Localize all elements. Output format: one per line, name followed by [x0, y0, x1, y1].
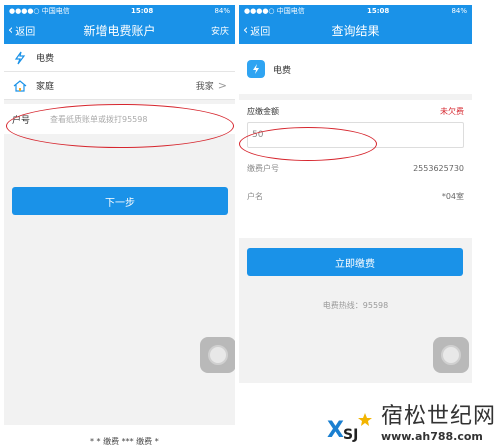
assistive-touch-button[interactable]: [433, 337, 469, 373]
service-label: 电费: [273, 65, 292, 76]
status-time: 15:08: [366, 7, 390, 15]
service-card: 电费: [239, 44, 472, 94]
status-bar: ●●●●○ 中国电信 15:08 84%: [239, 5, 472, 17]
bottom-caption: * * 缴费 *** 缴费 *: [90, 437, 159, 446]
arrears-status: 未欠费: [440, 106, 464, 116]
nav-bar: ‹ 返回 新增电费账户 安庆: [4, 17, 235, 44]
site-name: 宿松世纪网: [380, 404, 496, 429]
result-card: 应缴金额 未欠费 50 缴费户号 2553625730 户名 *04室: [239, 100, 472, 238]
service-type-row: 电费: [4, 44, 235, 72]
chevron-right-icon: >: [217, 79, 227, 92]
group-row[interactable]: 家庭 我家 >: [4, 72, 235, 100]
house-icon: [12, 78, 28, 94]
city-selector[interactable]: 安庆: [211, 17, 229, 44]
nav-bar: ‹ 返回 查询结果: [239, 17, 472, 44]
battery-indicator: 84%: [214, 7, 230, 15]
highlight-ellipse: [6, 104, 234, 148]
status-time: 15:08: [130, 7, 154, 15]
site-url: www.ah788.com: [380, 430, 483, 443]
account-name-label: 户名: [247, 191, 263, 201]
status-bar: ●●●●○ 中国电信 15:08 84%: [4, 5, 235, 17]
carrier-label: ●●●●○ 中国电信: [9, 7, 70, 15]
site-logo-icon: X SJ: [327, 413, 372, 443]
carrier-label: ●●●●○ 中国电信: [244, 7, 305, 15]
page-title: 新增电费账户: [83, 24, 156, 38]
lightning-icon: [247, 60, 265, 78]
account-name-value: *04室: [441, 191, 464, 201]
assistive-touch-button[interactable]: [200, 337, 235, 373]
lightning-icon: [12, 50, 28, 66]
right-phone-screen: ●●●●○ 中国电信 15:08 84% ‹ 返回 查询结果 电费 应缴金额 未…: [239, 5, 472, 383]
highlight-ellipse: [239, 127, 377, 161]
group-label: 家庭: [36, 82, 55, 92]
page-title: 查询结果: [331, 24, 380, 38]
svg-text:X: X: [327, 418, 344, 443]
hotline-text: 电费热线：95598: [322, 301, 389, 310]
amount-due-label: 应缴金额: [247, 106, 279, 116]
svg-text:SJ: SJ: [343, 427, 358, 443]
account-number-label: 缴费户号: [247, 163, 279, 173]
site-watermark: X SJ 宿松世纪网 www.ah788.com: [327, 398, 496, 443]
pay-now-button[interactable]: 立即缴费: [247, 248, 463, 276]
battery-indicator: 84%: [451, 7, 467, 15]
account-number-value: 2553625730: [413, 163, 464, 173]
left-phone-screen: ●●●●○ 中国电信 15:08 84% ‹ 返回 新增电费账户 安庆 电费 家…: [4, 5, 235, 425]
group-value: 我家: [195, 82, 214, 92]
next-step-button[interactable]: 下一步: [12, 187, 228, 215]
service-type-label: 电费: [36, 54, 55, 64]
